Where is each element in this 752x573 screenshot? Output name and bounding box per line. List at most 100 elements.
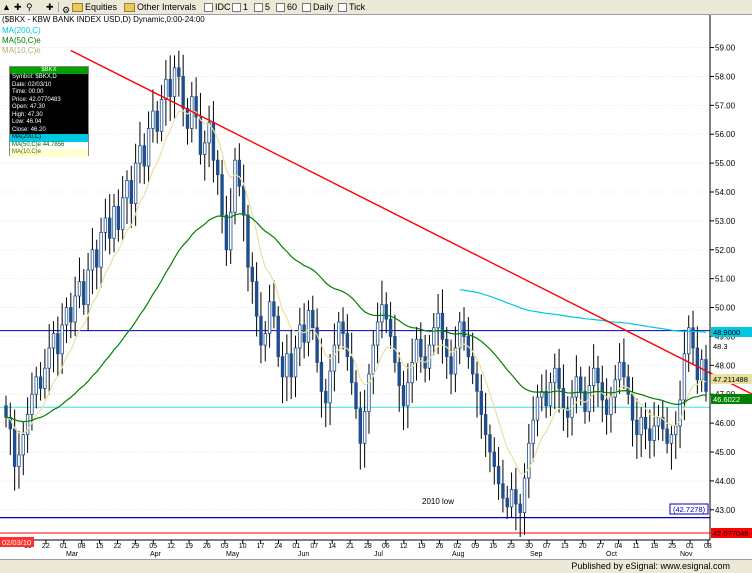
row-label: Close [12, 126, 28, 133]
daily-button[interactable]: Daily [302, 1, 333, 13]
x-month-label: Aug [452, 551, 465, 558]
y-tick-label: 44.00 [715, 477, 736, 486]
y-tick-label: 45.00 [715, 448, 736, 457]
x-day-label: 23 [507, 543, 515, 550]
candle-body [436, 312, 440, 329]
candle-body [574, 376, 579, 398]
candle-body [151, 110, 155, 129]
candle-body [263, 333, 267, 346]
x-day-label: 17 [257, 543, 265, 550]
candle-body [103, 217, 108, 233]
row-label: Price [12, 96, 26, 103]
candle-body [142, 145, 146, 167]
candle-body [246, 214, 250, 268]
x-day-label: 22 [113, 543, 121, 550]
x-day-label: 10 [239, 543, 247, 550]
candle-body [99, 232, 103, 268]
crosshair-icon[interactable]: ✚ [14, 1, 22, 13]
data-window-row: High: 47.30 [12, 111, 43, 118]
candle-body [272, 301, 276, 317]
equities-menu[interactable]: ⚙ Equities [62, 1, 117, 15]
price-marker-label: 48.9000 [713, 328, 740, 337]
x-day-label: 11 [632, 543, 639, 550]
x-day-label: 30 [525, 543, 533, 550]
data-window-row: Low: 46.04 [12, 119, 42, 125]
candle-body [505, 497, 509, 508]
candle-body [12, 428, 17, 467]
candle-body [332, 344, 337, 372]
row-label: Low [12, 119, 24, 125]
x-month-label: Apr [150, 551, 162, 558]
other-intervals-label: Other Intervals [137, 2, 197, 12]
legend-ma50[interactable]: MA(50,C)e [2, 36, 41, 45]
candle-body [488, 434, 492, 453]
x-month-label: May [226, 551, 240, 558]
x-day-label: 07 [543, 543, 551, 550]
x-day-label: 07 [310, 543, 318, 550]
candle-body [401, 385, 406, 407]
x-month-label: Mar [66, 551, 79, 558]
add-icon[interactable]: ✚ [46, 1, 54, 13]
candle-body [432, 327, 436, 346]
folder-icon [72, 3, 83, 13]
candle-body [241, 185, 246, 216]
candle-body [237, 159, 242, 187]
x-month-label: Sep [530, 551, 543, 558]
row-value: 02/03/10 [28, 81, 52, 88]
interval-5-label: 5 [265, 2, 271, 12]
data-window-row: Price: 42.0770483 [12, 96, 61, 103]
candle-body [596, 367, 600, 384]
interval-1-button[interactable]: 1 [232, 1, 248, 13]
data-window[interactable]: $BKX Symbol: $BKX,D Date: 02/03/10 Time: 0… [9, 66, 89, 157]
zoom-icon[interactable]: ⚲ [26, 1, 33, 13]
candle-body [553, 367, 557, 384]
other-intervals-menu[interactable]: Other Intervals [124, 1, 196, 13]
x-day-label: 21 [346, 543, 354, 550]
candle-body [60, 324, 64, 355]
tick-button[interactable]: Tick [338, 1, 365, 13]
candle-body [492, 451, 496, 467]
idc-button[interactable]: IDC [204, 1, 231, 13]
x-day-label: 29 [131, 543, 139, 550]
cursor-icon[interactable]: ▲ [2, 1, 11, 13]
x-month-label: Jul [374, 551, 383, 558]
interval-60-button[interactable]: 60 [276, 1, 297, 13]
legend-ma200[interactable]: MA(200,C) [2, 26, 41, 35]
published-by: Published by eSignal: www.esignal.com [571, 561, 730, 571]
candle-body [177, 67, 181, 77]
candle-body [280, 356, 285, 378]
ma-label: MA(10,C)e [12, 149, 42, 155]
candle-body [108, 217, 112, 239]
candle-body [181, 76, 185, 109]
date-box-label: 02/03/10 [2, 538, 31, 547]
x-day-label: 26 [203, 543, 211, 550]
row-label: Open [12, 104, 27, 110]
legend-ma10[interactable]: MA(10,C)e [2, 46, 41, 55]
x-day-label: 08 [704, 543, 712, 550]
candle-body [380, 304, 384, 323]
candle-body [527, 442, 531, 479]
y-tick-label: 52.00 [715, 246, 736, 255]
price-chart[interactable]: 59.00 58.00 57.00 56.00 55.00 54.00 53.00 52.00… [0, 15, 752, 559]
candle-body [51, 333, 56, 349]
candle-body [337, 321, 341, 346]
candle-body [198, 116, 203, 155]
candle-body [95, 249, 99, 268]
candle-body [112, 206, 116, 239]
candle-body [630, 393, 635, 421]
row-value: 42.0770483 [29, 96, 61, 103]
candle-body [34, 376, 38, 395]
interval-5-button[interactable]: 5 [254, 1, 270, 13]
price-marker-label: 48.3 [713, 342, 728, 351]
candle-body [501, 483, 505, 499]
candle-body [254, 281, 259, 317]
candle-body [354, 382, 358, 410]
y-tick-label: 59.00 [715, 44, 736, 53]
y-tick-label: 53.00 [715, 217, 736, 226]
y-tick-label: 58.00 [715, 72, 736, 81]
candle-body [233, 159, 237, 213]
price-marker-label: 42.077048 [713, 529, 748, 538]
candle-body [159, 99, 164, 132]
candle-body [324, 390, 328, 404]
y-tick-label: 43.00 [715, 506, 736, 515]
